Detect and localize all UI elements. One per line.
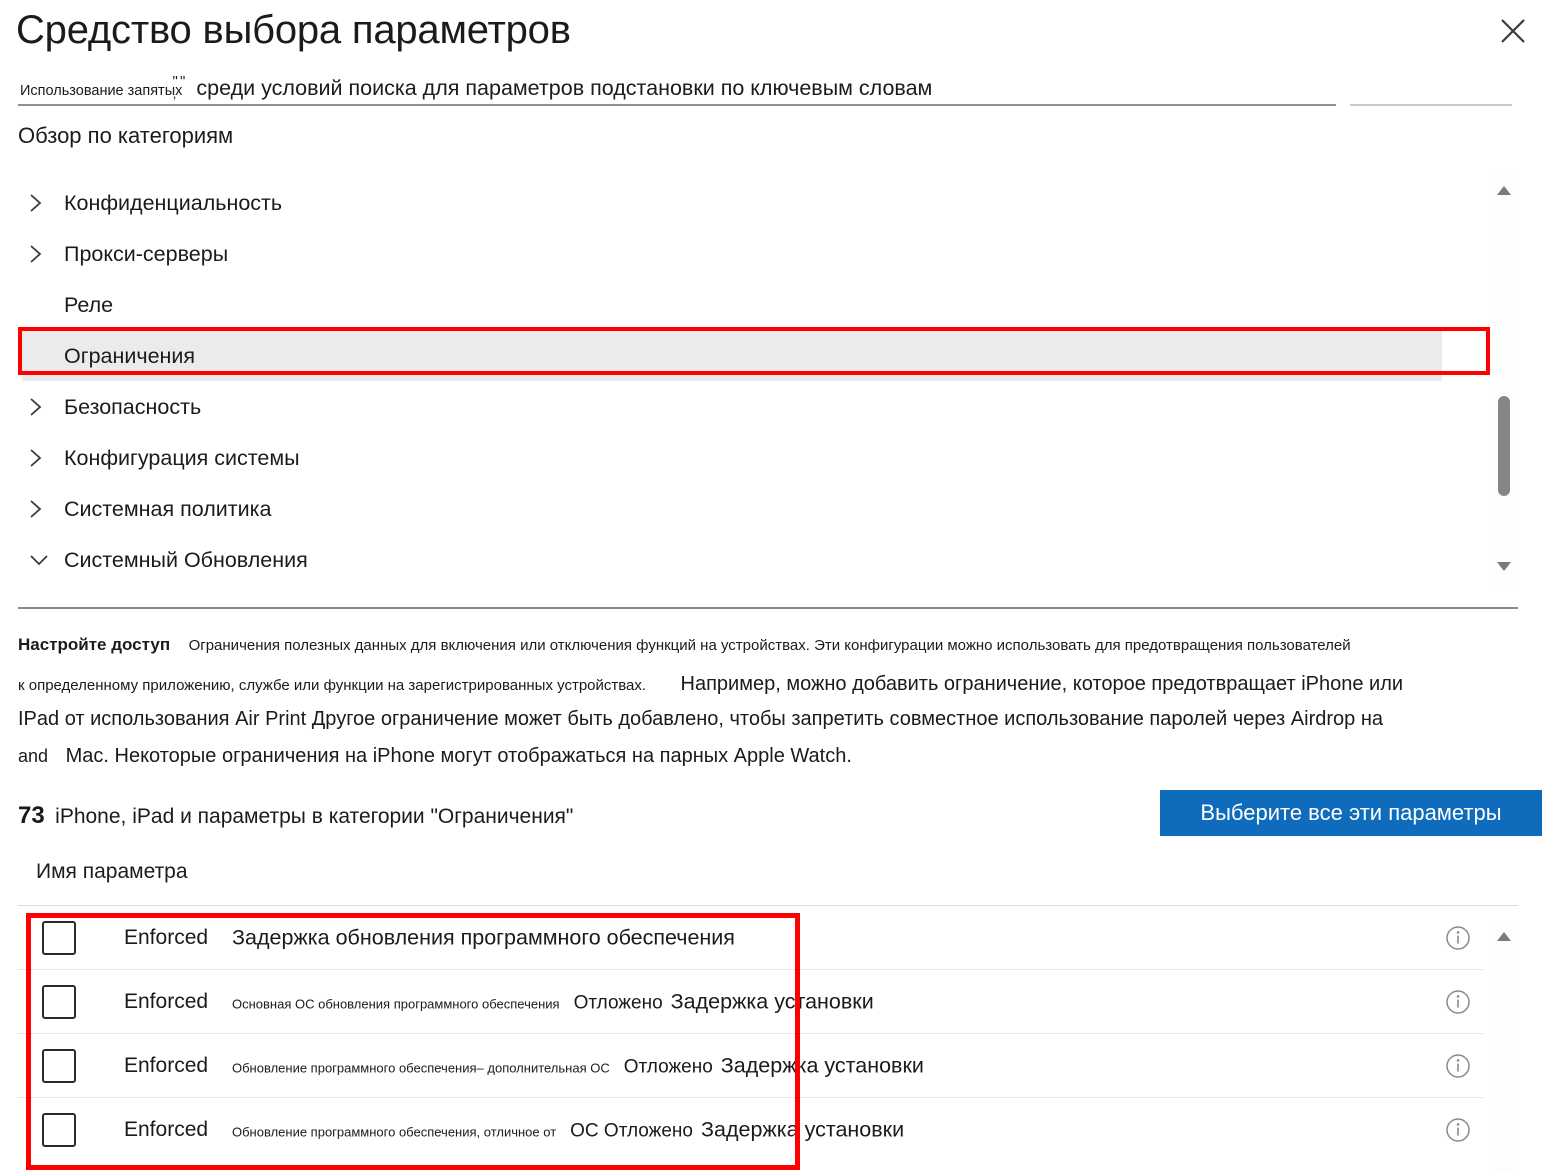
search-row: Использование запятых " " , среди услови… [0, 62, 1542, 108]
tree-item-system-policy[interactable]: Системная политика [22, 484, 1490, 534]
table-scrollbar[interactable] [1494, 920, 1514, 1172]
chevron-down-icon[interactable] [22, 552, 56, 568]
tree-item-label: Конфигурация системы [64, 445, 300, 470]
description-lead: Настройте доступ [18, 635, 171, 654]
chevron-right-icon[interactable] [22, 447, 56, 469]
comma-glyph: , [172, 86, 177, 102]
scroll-up-arrow-icon[interactable] [1494, 926, 1514, 946]
tree-item-restrictions[interactable]: Ограничения [22, 331, 1442, 381]
settings-picker-dialog: Средство выбора параметров Использование… [0, 0, 1542, 1172]
tree-item-label: Безопасность [64, 394, 202, 419]
tree-item-proxies[interactable]: Прокси-серверы [22, 229, 1490, 279]
search-value: среди условий поиска для параметров подс… [196, 76, 933, 101]
category-tree-panel: Конфиденциальность Прокси-серверы Реле О… [0, 168, 1542, 600]
setting-name-middle: Отложено [573, 992, 663, 1013]
scroll-down-arrow-icon[interactable] [1494, 556, 1514, 576]
close-icon[interactable] [1490, 8, 1536, 54]
setting-name-middle: ОС Отложено [570, 1120, 693, 1142]
setting-name-middle: Отложено [623, 1056, 713, 1077]
chevron-right-icon[interactable] [22, 396, 56, 418]
tree-item-system-updates[interactable]: Системный Обновления [22, 535, 1490, 585]
row-checkbox[interactable] [42, 1113, 76, 1147]
table-row[interactable]: Enforced Обновление программного обеспеч… [18, 1034, 1484, 1098]
tree-item-label: Ограничения [64, 343, 196, 368]
enforced-label: Enforced [124, 1053, 209, 1077]
description-line-4a: and [18, 746, 49, 766]
description-line-2b: Например, можно добавить ограничение, ко… [680, 673, 1404, 695]
info-icon[interactable] [1444, 1116, 1472, 1144]
table-row[interactable]: Enforced Задержка обновления программног… [18, 906, 1484, 970]
description-line-2a: к определенному приложению, службе или ф… [18, 677, 647, 694]
panel-divider [18, 607, 1518, 609]
table-row[interactable]: Enforced Основная ОС обновления программ… [18, 970, 1484, 1034]
settings-table: Enforced Задержка обновления программног… [18, 906, 1484, 1162]
results-count-row: 73 iPhone, iPad и параметры в категории … [18, 802, 573, 830]
search-prefix-text: Использование запятых [20, 83, 183, 100]
tree-item-privacy[interactable]: Конфиденциальность [22, 178, 1490, 228]
scroll-up-arrow-icon[interactable] [1494, 180, 1514, 200]
description-line-4b: Mac. Некоторые ограничения на iPhone мог… [65, 745, 852, 767]
row-checkbox[interactable] [42, 920, 76, 955]
description-line-1: Ограничения полезных данных для включени… [188, 637, 1351, 654]
enforced-label: Enforced [124, 1118, 209, 1141]
page-title: Средство выбора параметров [16, 8, 571, 52]
results-count-text: iPhone, iPad и параметры в категории "Ог… [55, 805, 574, 828]
info-icon[interactable] [1444, 988, 1472, 1016]
info-icon[interactable] [1444, 1052, 1472, 1080]
search-input[interactable]: Использование запятых " " , среди услови… [18, 62, 1336, 106]
chevron-right-icon[interactable] [22, 498, 56, 520]
setting-name-cell: Задержка обновления программного обеспеч… [232, 925, 735, 950]
tree-item-security[interactable]: Безопасность [22, 382, 1490, 432]
enforced-label: Enforced [124, 989, 209, 1013]
setting-name-prefix: Обновление программного обеспечения, отл… [232, 1124, 557, 1140]
setting-name-primary: Задержка обновления программного обеспеч… [232, 925, 735, 949]
info-icon[interactable] [1444, 924, 1472, 952]
row-checkbox[interactable] [42, 1048, 76, 1083]
enforced-label: Enforced [124, 925, 209, 949]
setting-name-primary: Задержка установки [670, 989, 874, 1013]
setting-name-cell: Основная ОС обновления программного обес… [232, 989, 874, 1014]
setting-name-prefix: Основная ОС обновления программного обес… [232, 996, 560, 1011]
tree-heading: Обзор по категориям [18, 123, 234, 148]
row-checkbox[interactable] [42, 984, 76, 1019]
chevron-right-icon[interactable] [22, 243, 56, 265]
tree-item-label: Реле [64, 292, 114, 317]
tree-item-label: Системный Обновления [64, 547, 308, 572]
scrollbar-thumb[interactable] [1498, 396, 1510, 496]
description-line-3: IPad от использования Air Print Другое о… [18, 708, 1383, 730]
chevron-right-icon[interactable] [22, 192, 56, 214]
tree-item-label: Конфиденциальность [64, 190, 283, 215]
tree-item-system-configuration[interactable]: Конфигурация системы [22, 433, 1490, 483]
tree-item-label: Прокси-серверы [64, 241, 229, 266]
search-secondary-field[interactable] [1350, 62, 1512, 106]
setting-name-prefix: Обновление программного обеспечения– доп… [232, 1060, 610, 1075]
column-header-setting-name: Имя параметра [36, 860, 188, 883]
results-count: 73 [18, 802, 45, 829]
setting-name-primary: Задержка установки [720, 1053, 924, 1077]
setting-name-primary: Задержка установки [701, 1117, 905, 1142]
tree-item-label: Системная политика [64, 496, 272, 521]
tree-scrollbar[interactable] [1494, 174, 1514, 592]
category-tree-list: Конфиденциальность Прокси-серверы Реле О… [0, 168, 1490, 600]
setting-name-cell: Обновление программного обеспечения– доп… [232, 1053, 924, 1078]
setting-name-cell: Обновление программного обеспечения, отл… [232, 1118, 904, 1143]
search-prefix-label: Использование запятых " " , [18, 74, 185, 102]
select-all-settings-button[interactable]: Выберите все эти параметры [1160, 790, 1542, 836]
tree-item-relay[interactable]: Реле [22, 280, 1490, 330]
table-row[interactable]: Enforced Обновление программного обеспеч… [18, 1098, 1484, 1162]
